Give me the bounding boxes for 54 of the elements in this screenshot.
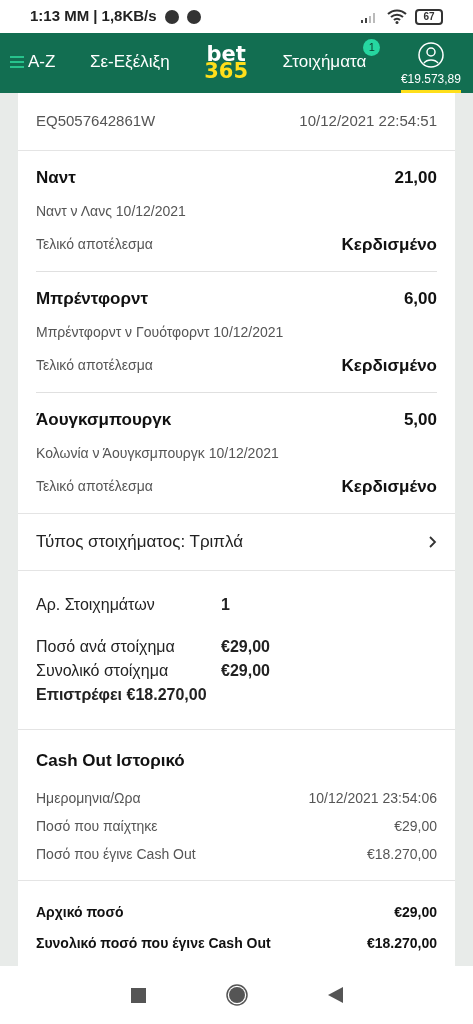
odds: 21,00 xyxy=(394,167,437,189)
bet-type-row[interactable]: Τύπος στοιχήματος: Τριπλά xyxy=(18,514,455,571)
detail-value: €29,00 xyxy=(394,816,437,836)
detail-label: Ποσό που έγινε Cash Out xyxy=(36,844,196,864)
returns-text: Επιστρέφει €18.270,00 xyxy=(36,685,208,705)
total-value: €29,00 xyxy=(394,902,437,922)
market-name: Τελικό αποτέλεσμα xyxy=(36,476,153,496)
bet-datetime: 10/12/2021 22:54:51 xyxy=(299,111,437,132)
home-button[interactable] xyxy=(225,984,248,1006)
odds: 5,00 xyxy=(403,409,437,431)
detail-value: 10/12/2021 23:54:06 xyxy=(308,788,437,808)
user-icon xyxy=(417,42,444,68)
event-name: Κολωνία ν Άουγκσμπουργκ 10/12/2021 xyxy=(36,443,280,463)
battery-icon: 67 xyxy=(415,8,443,25)
odds: 6,00 xyxy=(403,288,437,310)
browser-icon xyxy=(164,9,179,24)
bet-type: Τύπος στοιχήματος: Τριπλά xyxy=(36,531,244,554)
result-status: Κερδισμένο xyxy=(341,475,437,498)
recents-button[interactable] xyxy=(130,987,146,1003)
market-name: Τελικό αποτέλεσμα xyxy=(36,234,153,254)
logo-text: bet xyxy=(206,46,246,63)
count-label: Αρ. Στοιχημάτων xyxy=(36,595,156,615)
total-value: €18.270,00 xyxy=(366,933,437,953)
status-time: 1:13 MM xyxy=(30,6,90,27)
selection-name: Ναντ xyxy=(36,167,76,189)
stake-value: €29,00 xyxy=(221,661,270,681)
chevron-right-icon xyxy=(429,536,437,548)
selection-name: Μπρέντφορντ xyxy=(36,288,149,310)
detail-label: Ποσό που παίχτηκε xyxy=(36,816,158,836)
az-menu-button[interactable]: A-Z xyxy=(10,33,56,93)
total-label: Αρχικό ποσό xyxy=(36,902,124,922)
result-status: Κερδισμένο xyxy=(341,354,437,377)
selection-name: Άουγκσμπουργκ xyxy=(36,409,172,431)
bet-reference: EQ5057642861W xyxy=(36,111,156,132)
back-button[interactable] xyxy=(327,987,343,1003)
logo-text: 365 xyxy=(204,63,248,80)
section-title: Cash Out Ιστορικό xyxy=(36,750,186,772)
stake-label: Συνολικό στοίχημα xyxy=(36,661,170,681)
count-value: 1 xyxy=(221,595,230,615)
market-name: Τελικό αποτέλεσμα xyxy=(36,355,153,375)
nav-tab[interactable]: Σε-Εξέλιξη xyxy=(89,33,170,93)
wifi-icon xyxy=(387,9,407,24)
count-badge: 1 xyxy=(363,39,381,56)
network-speed: | 1,8KB/s xyxy=(93,6,157,27)
detail-label: Ημερομηνια/Ωρα xyxy=(36,788,141,808)
browser-icon xyxy=(186,9,201,24)
event-name: Μπρέντφορντ ν Γουότφορντ 10/12/2021 xyxy=(36,322,285,342)
menu-icon xyxy=(10,55,24,68)
total-label: Συνολικό ποσό που έγινε Cash Out xyxy=(36,933,271,953)
detail-value: €18.270,00 xyxy=(366,844,437,864)
result-status: Κερδισμένο xyxy=(341,233,437,256)
event-name: Ναντ ν Λανς 10/12/2021 xyxy=(36,201,187,221)
stake-label: Ποσό ανά στοίχημα xyxy=(36,637,176,657)
stake-value: €29,00 xyxy=(221,637,270,657)
